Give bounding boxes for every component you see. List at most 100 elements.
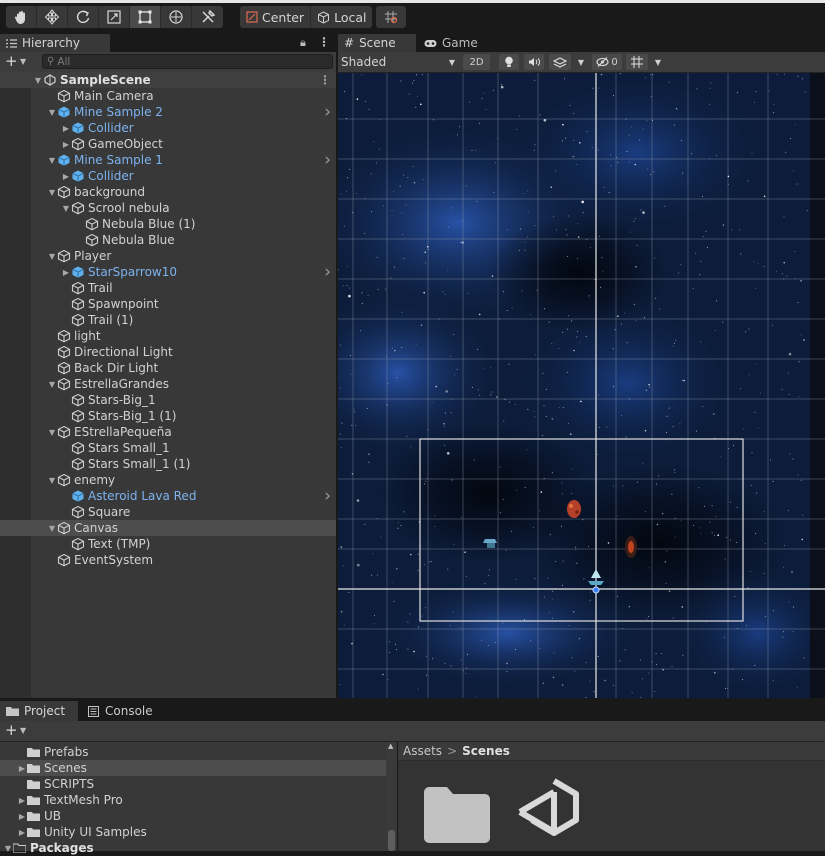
project-create-dropdown-icon[interactable]: ▼: [20, 726, 26, 735]
hierarchy-item-collider[interactable]: ▶ Collider: [0, 168, 336, 184]
project-folder-unity-ui-samples[interactable]: ▶ Unity UI Samples: [0, 824, 386, 840]
unity-scene-asset-icon[interactable]: [516, 778, 584, 846]
hierarchy-item-gameobject[interactable]: ▶ GameObject: [0, 136, 336, 152]
breadcrumb-current[interactable]: Scenes: [462, 744, 510, 758]
expanded-caret-icon[interactable]: ▼: [47, 376, 57, 392]
scene-expand-caret[interactable]: ▼: [33, 72, 43, 88]
hierarchy-item-light[interactable]: light: [0, 328, 336, 344]
expanded-caret-icon[interactable]: ▼: [47, 104, 57, 120]
create-add-button[interactable]: +: [5, 53, 18, 70]
scrollbar-thumb[interactable]: [388, 830, 395, 851]
open-prefab-chevron-icon[interactable]: ›: [324, 262, 331, 282]
pivot-center-button[interactable]: Center: [240, 6, 312, 28]
hierarchy-item-mine-sample-1[interactable]: ▼ Mine Sample 1 ›: [0, 150, 336, 170]
tab-console[interactable]: Console: [78, 701, 168, 721]
hierarchy-item-starsparrow10[interactable]: ▶ StarSparrow10 ›: [0, 262, 336, 282]
hierarchy-item-collider[interactable]: ▶ Collider: [0, 120, 336, 136]
collapsed-caret-icon[interactable]: ▶: [17, 824, 27, 840]
hierarchy-item-text-tmp[interactable]: Text (TMP): [0, 536, 336, 552]
expanded-caret-icon[interactable]: ▼: [3, 840, 13, 856]
draw-mode-dropdown[interactable]: Shaded ▼: [341, 53, 459, 71]
scene-menu-icon[interactable]: ⋮: [319, 73, 331, 87]
create-dropdown-icon[interactable]: ▼: [20, 57, 26, 66]
hierarchy-menu-icon[interactable]: ⋮: [318, 35, 330, 49]
hierarchy-item-player[interactable]: ▼ Player: [0, 248, 336, 264]
open-prefab-chevron-icon[interactable]: ›: [324, 102, 331, 122]
hierarchy-item-estrellagrandes[interactable]: ▼ EstrellaGrandes: [0, 376, 336, 392]
collapsed-caret-icon[interactable]: ▶: [61, 120, 71, 136]
scene-visibility-toggle[interactable]: 0: [592, 54, 622, 70]
hierarchy-item-asteroid-lava-red[interactable]: Asteroid Lava Red ›: [0, 486, 336, 506]
project-tree-scrollbar[interactable]: ▲: [386, 742, 397, 851]
tab-project[interactable]: Project: [0, 701, 78, 721]
collapsed-caret-icon[interactable]: ▶: [61, 264, 71, 280]
expanded-caret-icon[interactable]: ▼: [47, 184, 57, 200]
hierarchy-item-enemy[interactable]: ▼ enemy: [0, 472, 336, 488]
2d-toggle-button[interactable]: 2D: [463, 54, 490, 70]
custom-editor-tool-icon[interactable]: [192, 6, 223, 28]
collapsed-caret-icon[interactable]: ▶: [61, 136, 71, 152]
tab-hierarchy[interactable]: Hierarchy: [0, 34, 110, 52]
open-prefab-chevron-icon[interactable]: ›: [324, 486, 331, 506]
hierarchy-item-back-dir-light[interactable]: Back Dir Light: [0, 360, 336, 376]
project-create-button[interactable]: +: [5, 722, 18, 739]
rect-tool-icon[interactable]: [130, 6, 161, 28]
open-prefab-chevron-icon[interactable]: ›: [324, 150, 331, 170]
hierarchy-item-nebula-blue-1[interactable]: Nebula Blue (1): [0, 216, 336, 232]
project-folder-prefabs[interactable]: Prefabs: [0, 744, 386, 760]
hierarchy-item-nebula-blue[interactable]: Nebula Blue: [0, 232, 336, 248]
hierarchy-item-mine-sample-2[interactable]: ▼ Mine Sample 2 ›: [0, 102, 336, 122]
hierarchy-item-trail[interactable]: Trail: [0, 280, 336, 296]
hierarchy-item-square[interactable]: Square: [0, 504, 336, 520]
hierarchy-item-canvas[interactable]: ▼ Canvas: [0, 520, 336, 536]
scene-root-row[interactable]: ▼ SampleScene ⋮: [0, 72, 336, 88]
lock-icon[interactable]: 🔒︎: [300, 36, 306, 50]
pivot-local-button[interactable]: Local: [311, 6, 372, 28]
move-tool-icon[interactable]: [37, 6, 68, 28]
collapsed-caret-icon[interactable]: ▶: [17, 808, 27, 824]
collapsed-caret-icon[interactable]: ▶: [17, 760, 27, 776]
hierarchy-item-estrellapequeña[interactable]: ▼ EStrellaPequeña: [0, 424, 336, 440]
collapsed-caret-icon[interactable]: ▶: [17, 792, 27, 808]
transform-tool-icon[interactable]: [161, 6, 192, 28]
tab-game[interactable]: Game: [416, 34, 486, 52]
lighting-toggle-icon[interactable]: [499, 54, 519, 70]
hand-tool-icon[interactable]: [6, 6, 37, 28]
rotate-tool-icon[interactable]: [68, 6, 99, 28]
hierarchy-item-stars-big-1[interactable]: Stars-Big_1: [0, 392, 336, 408]
expanded-caret-icon[interactable]: ▼: [47, 472, 57, 488]
grid-snapping-button[interactable]: [376, 6, 406, 28]
project-folder-packages[interactable]: ▼ Packages: [0, 840, 386, 856]
hierarchy-item-trail-1[interactable]: Trail (1): [0, 312, 336, 328]
effects-toggle-icon[interactable]: [549, 54, 571, 70]
expanded-caret-icon[interactable]: ▼: [47, 424, 57, 440]
tab-scene[interactable]: # Scene: [338, 34, 416, 52]
folder-asset-icon[interactable]: [424, 786, 490, 843]
audio-toggle-icon[interactable]: [524, 54, 544, 70]
hierarchy-item-stars-small-1-1[interactable]: Stars Small_1 (1): [0, 456, 336, 472]
collapsed-caret-icon[interactable]: ▶: [61, 168, 71, 184]
breadcrumb-root[interactable]: Assets: [403, 744, 442, 758]
hierarchy-item-background[interactable]: ▼ background: [0, 184, 336, 200]
expanded-caret-icon[interactable]: ▼: [61, 200, 71, 216]
hierarchy-item-scrool-nebula[interactable]: ▼ Scrool nebula: [0, 200, 336, 216]
hierarchy-search-input[interactable]: ⚲ All: [42, 54, 333, 69]
gizmos-dropdown-icon[interactable]: ▼: [651, 54, 665, 70]
scale-tool-icon[interactable]: [99, 6, 130, 28]
expanded-caret-icon[interactable]: ▼: [47, 520, 57, 536]
expanded-caret-icon[interactable]: ▼: [47, 152, 57, 168]
hierarchy-item-directional-light[interactable]: Directional Light: [0, 344, 336, 360]
project-folder-ub[interactable]: ▶ UB: [0, 808, 386, 824]
hierarchy-item-stars-big-1-1[interactable]: Stars-Big_1 (1): [0, 408, 336, 424]
project-folder-scenes[interactable]: ▶ Scenes: [0, 760, 386, 776]
scroll-up-icon[interactable]: ▲: [388, 742, 393, 750]
expanded-caret-icon[interactable]: ▼: [47, 248, 57, 264]
hierarchy-item-spawnpoint[interactable]: Spawnpoint: [0, 296, 336, 312]
project-folder-scripts[interactable]: SCRIPTS: [0, 776, 386, 792]
project-folder-textmesh-pro[interactable]: ▶ TextMesh Pro: [0, 792, 386, 808]
hierarchy-item-main-camera[interactable]: Main Camera: [0, 88, 336, 104]
hierarchy-item-eventsystem[interactable]: EventSystem: [0, 552, 336, 568]
scene-viewport[interactable]: [338, 73, 825, 698]
effects-dropdown-icon[interactable]: ▼: [574, 54, 588, 70]
hierarchy-item-stars-small-1[interactable]: Stars Small_1: [0, 440, 336, 456]
